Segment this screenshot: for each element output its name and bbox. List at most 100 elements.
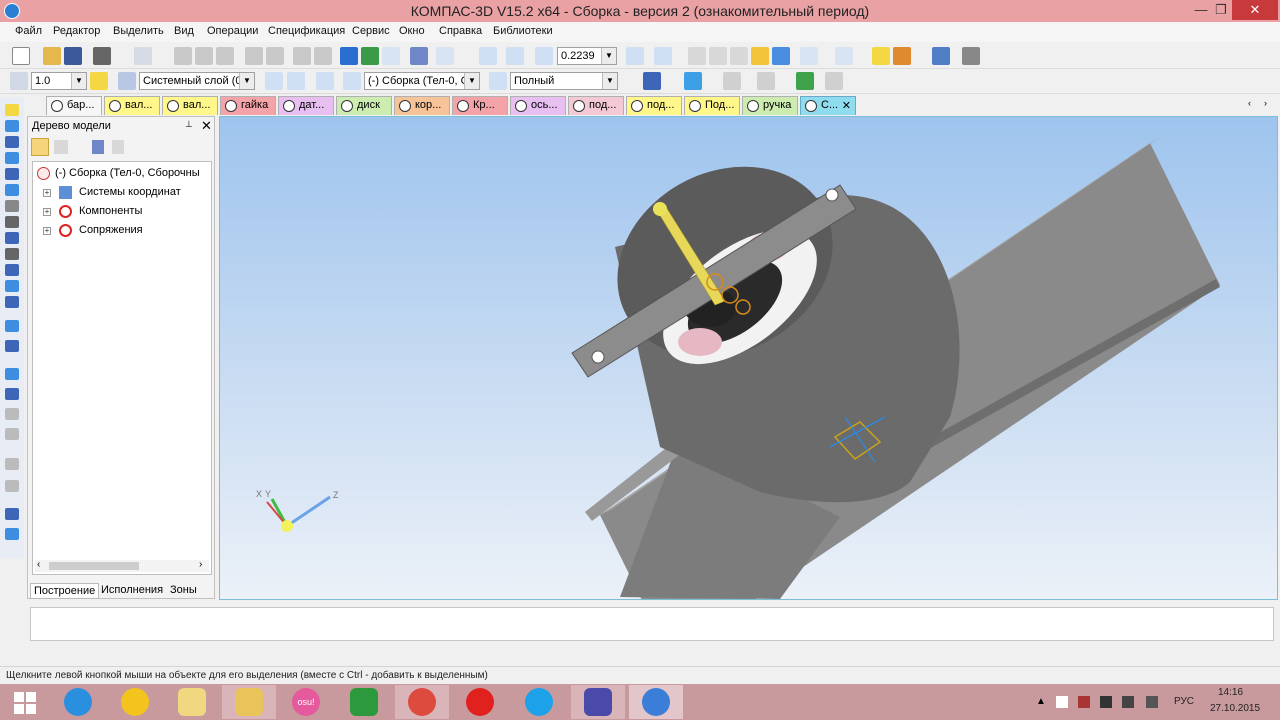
text-icon[interactable] — [825, 72, 843, 90]
clip-icon[interactable] — [5, 200, 19, 212]
taskbar-explorer[interactable] — [222, 685, 276, 719]
properties-icon[interactable] — [266, 47, 284, 65]
mate-tool-icon[interactable] — [5, 184, 19, 196]
tab-document[interactable]: вал... — [162, 96, 218, 115]
expand-icon[interactable]: + — [43, 189, 51, 197]
print-icon[interactable] — [93, 47, 111, 65]
tray-volume-icon[interactable] — [1146, 696, 1158, 708]
orientation-icon[interactable] — [287, 72, 305, 90]
insert-icon[interactable] — [5, 508, 19, 520]
hidden-lines-icon[interactable] — [730, 47, 748, 65]
assembly-icon[interactable] — [872, 47, 890, 65]
tray-expand-icon[interactable]: ▲ — [1036, 696, 1046, 707]
boolean-icon[interactable] — [757, 72, 775, 90]
scroll-left-icon[interactable]: ‹ — [37, 559, 40, 570]
mate-icon[interactable] — [932, 47, 950, 65]
section-icon[interactable] — [800, 47, 818, 65]
cube-icon[interactable] — [5, 120, 19, 132]
curve-icon[interactable] — [5, 136, 19, 148]
new-file-icon[interactable] — [12, 47, 30, 65]
tab-document[interactable]: гайка — [220, 96, 276, 115]
disabled-tool-icon[interactable] — [5, 408, 19, 420]
filter-icon[interactable] — [835, 47, 853, 65]
refresh-icon[interactable] — [626, 47, 644, 65]
surface-icon[interactable] — [5, 152, 19, 164]
preview-icon[interactable] — [134, 47, 152, 65]
collision-icon[interactable] — [5, 458, 19, 470]
wireframe-icon[interactable] — [709, 47, 727, 65]
close-button[interactable]: ✕ — [1232, 0, 1278, 20]
taskbar-osu[interactable]: osu! — [279, 685, 333, 719]
local-cs-icon[interactable] — [265, 72, 283, 90]
copy-icon[interactable] — [195, 47, 213, 65]
undo-icon[interactable] — [293, 47, 311, 65]
shaded-icon[interactable] — [751, 47, 769, 65]
menu-window[interactable]: Окно — [399, 25, 425, 37]
sheet-icon[interactable] — [962, 47, 980, 65]
array-icon[interactable] — [723, 72, 741, 90]
taskbar-skype[interactable] — [512, 685, 566, 719]
menu-select[interactable]: Выделить — [113, 25, 164, 37]
brush-icon[interactable] — [245, 47, 263, 65]
tab-document[interactable]: вал... — [104, 96, 160, 115]
part-icon[interactable] — [343, 72, 361, 90]
taskbar-archicad[interactable] — [108, 685, 162, 719]
taskbar-file-manager[interactable] — [165, 685, 219, 719]
tree-structure-icon[interactable] — [31, 138, 49, 156]
tray-action-center-icon[interactable] — [1122, 696, 1134, 708]
spec-icon[interactable] — [5, 248, 19, 260]
array-tool-icon[interactable] — [5, 168, 19, 180]
edit-icon[interactable] — [5, 104, 19, 116]
fastener-icon[interactable] — [5, 528, 19, 540]
tab-document[interactable]: Кр... — [452, 96, 508, 115]
tab-document[interactable]: кор... — [394, 96, 450, 115]
tray-date[interactable]: 27.10.2015 — [1210, 703, 1260, 714]
lock-icon[interactable] — [5, 480, 19, 492]
tab-document[interactable]: бар... — [46, 96, 102, 115]
tab-document[interactable]: под... — [626, 96, 682, 115]
plane-icon[interactable] — [316, 72, 334, 90]
measure-icon[interactable] — [410, 47, 428, 65]
weld-icon[interactable] — [5, 296, 19, 308]
menu-file[interactable]: Файл — [15, 25, 42, 37]
taskbar-internet-explorer[interactable] — [51, 685, 105, 719]
report-icon[interactable] — [5, 264, 19, 276]
insert-component-icon[interactable] — [5, 320, 19, 332]
display-mode-combo[interactable]: Полный ▼ — [510, 72, 618, 90]
cut-icon[interactable] — [174, 47, 192, 65]
tree-close-icon[interactable]: ✕ — [201, 118, 212, 134]
tray-windows-icon[interactable] — [1056, 696, 1068, 708]
tree-horizontal-scrollbar[interactable]: ‹ › — [35, 559, 209, 572]
save-icon[interactable] — [64, 47, 82, 65]
menu-specification[interactable]: Спецификация — [268, 25, 345, 37]
layer-icon[interactable] — [118, 72, 136, 90]
menu-help[interactable]: Справка — [439, 25, 482, 37]
rotate-component-icon[interactable] — [5, 388, 19, 400]
variables-icon[interactable] — [382, 47, 400, 65]
material-icon[interactable] — [643, 72, 661, 90]
tree-list-icon[interactable] — [92, 140, 104, 154]
model-viewport[interactable]: X Y Z — [219, 116, 1278, 600]
component-icon[interactable] — [893, 47, 911, 65]
layer-combo[interactable]: Системный слой (0) ▼ — [139, 72, 255, 90]
tab-document-active[interactable]: С... ✕ — [800, 96, 856, 115]
filter-tool-icon[interactable] — [5, 232, 19, 244]
sheet-metal-icon[interactable] — [5, 280, 19, 292]
pin-icon[interactable]: ⊥ — [185, 119, 193, 130]
open-folder-icon[interactable] — [43, 47, 61, 65]
shaded-edges-icon[interactable] — [772, 47, 790, 65]
tray-battery-icon[interactable] — [1100, 696, 1112, 708]
tray-network-icon[interactable] — [1078, 696, 1090, 708]
expand-icon[interactable]: + — [43, 208, 51, 216]
taskbar-chrome[interactable] — [395, 685, 449, 719]
tabs-scroll-right-icon[interactable]: › — [1264, 98, 1267, 108]
zoom-in-icon[interactable] — [479, 47, 497, 65]
assembly-3d-model[interactable]: X Y Z — [220, 117, 1277, 599]
help-pointer-icon[interactable] — [436, 47, 454, 65]
zoom-window-icon[interactable] — [506, 47, 524, 65]
tabs-scroll-left-icon[interactable]: ‹ — [1248, 98, 1251, 108]
menu-view[interactable]: Вид — [174, 25, 194, 37]
rotate-icon[interactable] — [654, 47, 672, 65]
step-combo[interactable]: 1.0 ▼ — [31, 72, 87, 90]
redo-icon[interactable] — [314, 47, 332, 65]
